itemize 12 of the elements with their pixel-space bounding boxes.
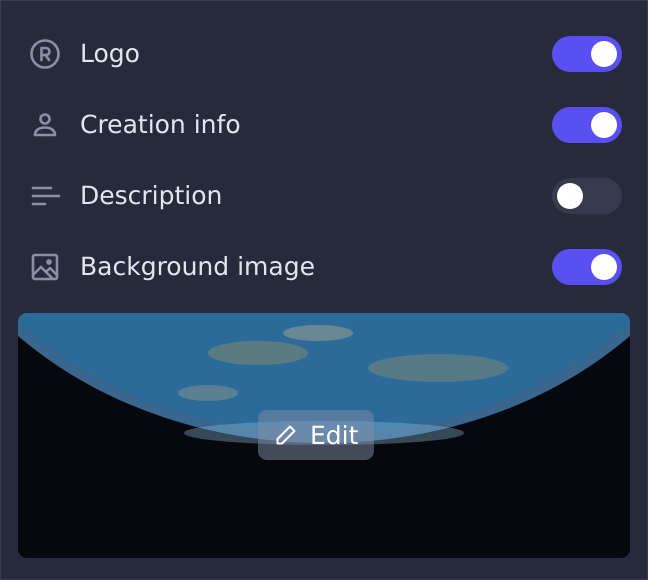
setting-label: Description — [80, 181, 224, 210]
setting-label: Logo — [80, 39, 141, 68]
setting-label: Creation info — [80, 110, 242, 139]
edit-button[interactable]: Edit — [258, 410, 374, 460]
pencil-icon — [274, 423, 298, 447]
toggle-switch[interactable] — [552, 178, 622, 214]
toggle-switch[interactable] — [552, 106, 622, 142]
toggle-switch[interactable] — [552, 248, 622, 284]
toggle-switch[interactable] — [552, 36, 622, 72]
setting-label: Background image — [80, 252, 316, 281]
image-icon — [29, 250, 61, 282]
registered-icon — [29, 38, 61, 70]
